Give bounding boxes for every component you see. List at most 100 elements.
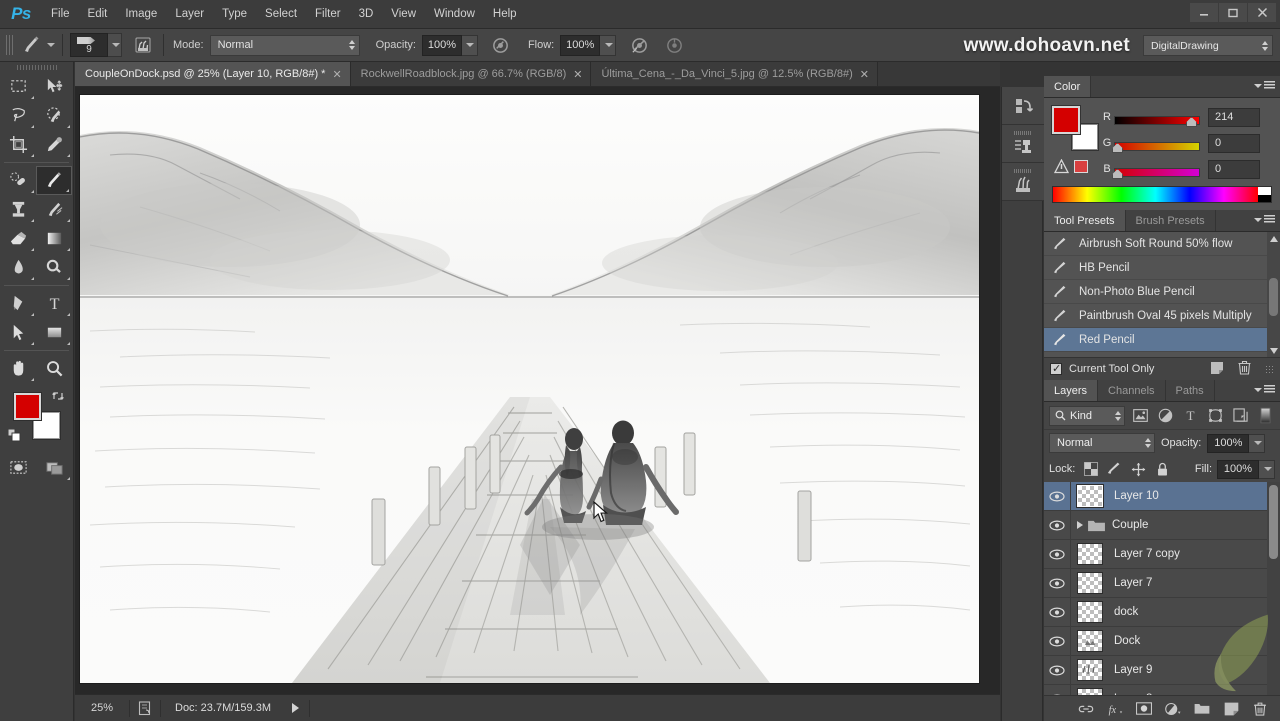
new-preset-icon[interactable] xyxy=(1210,361,1224,378)
adjustment-filter-icon[interactable] xyxy=(1155,406,1175,426)
document-tab-0[interactable]: CoupleOnDock.psd @ 25% (Layer 10, RGB/8#… xyxy=(75,62,351,86)
layer-fill-value[interactable]: 100% xyxy=(1217,459,1259,479)
layer-row-dock-upper[interactable]: Dock xyxy=(1044,627,1280,656)
tool-presets-scrollbar[interactable] xyxy=(1267,232,1280,357)
new-group-icon[interactable] xyxy=(1194,700,1210,718)
layers-scrollbar[interactable] xyxy=(1267,482,1280,714)
pixel-filter-icon[interactable] xyxy=(1130,406,1150,426)
tool-eraser[interactable] xyxy=(0,224,36,253)
document-tab-2[interactable]: Última_Cena_-_Da_Vinci_5.jpg @ 12.5% (RG… xyxy=(591,62,878,86)
layer-blend-mode-select[interactable]: Normal xyxy=(1049,433,1155,453)
document-canvas[interactable] xyxy=(80,95,979,683)
screen-mode-toggle[interactable] xyxy=(36,453,72,482)
scrollbar-thumb[interactable] xyxy=(1269,485,1278,559)
flow-pressure-icon[interactable] xyxy=(661,33,687,57)
group-disclosure-triangle-icon[interactable] xyxy=(1077,521,1083,529)
smart-object-filter-icon[interactable] xyxy=(1230,406,1250,426)
layer-thumbnail[interactable] xyxy=(1077,572,1103,594)
type-filter-icon[interactable]: T xyxy=(1180,406,1200,426)
layer-name[interactable]: Layer 9 xyxy=(1114,664,1152,676)
close-icon[interactable]: ✕ xyxy=(860,68,869,81)
lock-all-icon[interactable] xyxy=(1154,460,1171,478)
spectrum-gradient[interactable] xyxy=(1053,187,1258,202)
layer-thumbnail[interactable] xyxy=(1077,543,1103,565)
link-layers-icon[interactable] xyxy=(1078,700,1094,718)
color-spectrum-ramp[interactable] xyxy=(1052,186,1272,203)
tab-paths[interactable]: Paths xyxy=(1166,380,1215,401)
tool-history-brush[interactable] xyxy=(36,195,72,224)
lock-image-pixels-icon[interactable] xyxy=(1106,460,1123,478)
tab-channels[interactable]: Channels xyxy=(1098,380,1166,401)
document-tab-1[interactable]: RockwellRoadblock.jpg @ 66.7% (RGB/8) ✕ xyxy=(350,62,592,86)
shape-filter-icon[interactable] xyxy=(1205,406,1225,426)
color-panel-menu-icon[interactable] xyxy=(1254,81,1275,90)
panel-resize-grip[interactable] xyxy=(1265,364,1274,374)
close-icon[interactable] xyxy=(1248,3,1276,22)
menu-type[interactable]: Type xyxy=(213,0,256,29)
r-slider[interactable] xyxy=(1114,112,1200,127)
close-icon[interactable]: ✕ xyxy=(573,68,582,81)
opacity-dropdown-arrow[interactable] xyxy=(461,34,478,56)
lock-transparent-pixels-icon[interactable] xyxy=(1082,460,1099,478)
delete-layer-icon[interactable] xyxy=(1252,700,1268,718)
layer-thumbnail[interactable] xyxy=(1076,484,1104,508)
options-bar-grip[interactable] xyxy=(6,35,13,55)
tool-preset-item-selected[interactable]: Red Pencil xyxy=(1044,328,1280,352)
history-panel-button[interactable] xyxy=(1002,87,1044,125)
layer-opacity-dropdown-arrow[interactable] xyxy=(1249,433,1266,453)
tool-gradient[interactable] xyxy=(36,224,72,253)
layer-row-layer-9[interactable]: Layer 9 xyxy=(1044,656,1280,685)
tool-clone-stamp[interactable] xyxy=(0,195,36,224)
tool-zoom[interactable] xyxy=(36,354,72,383)
opacity-pressure-icon[interactable] xyxy=(488,33,514,57)
swap-colors-icon[interactable] xyxy=(51,389,65,406)
layer-thumbnail[interactable] xyxy=(1077,630,1103,652)
quick-mask-toggle[interactable] xyxy=(0,453,36,482)
g-slider[interactable] xyxy=(1112,138,1200,153)
tab-tool-presets[interactable]: Tool Presets xyxy=(1044,210,1126,231)
layers-panel-menu-icon[interactable] xyxy=(1254,385,1275,394)
tool-move[interactable] xyxy=(36,72,72,101)
tool-presets-list[interactable]: Airbrush Soft Round 50% flow HB Pencil N… xyxy=(1044,232,1280,357)
layer-name[interactable]: Layer 7 xyxy=(1114,577,1152,589)
layer-visibility-toggle[interactable] xyxy=(1044,606,1070,618)
tool-spot-healing-brush[interactable] xyxy=(0,166,36,195)
current-tool-only-checkbox[interactable] xyxy=(1050,362,1062,375)
close-icon[interactable]: ✕ xyxy=(332,68,341,81)
actions-panel-button[interactable] xyxy=(1002,125,1044,163)
canvas-area[interactable] xyxy=(75,87,1000,694)
default-colors-icon[interactable] xyxy=(7,428,21,445)
tool-preset-item[interactable]: Non-Photo Blue Pencil xyxy=(1044,280,1280,304)
airbrush-mode-icon[interactable] xyxy=(626,33,652,57)
tab-brush-presets[interactable]: Brush Presets xyxy=(1126,210,1216,231)
out-of-gamut-warning-icon[interactable] xyxy=(1053,158,1070,177)
menu-edit[interactable]: Edit xyxy=(79,0,117,29)
tool-dodge[interactable] xyxy=(36,253,72,282)
tool-blur[interactable] xyxy=(0,253,36,282)
brush-panel-toggle-icon[interactable] xyxy=(130,33,156,57)
layer-visibility-toggle[interactable] xyxy=(1044,635,1070,647)
new-layer-icon[interactable] xyxy=(1223,700,1239,718)
layer-opacity-value[interactable]: 100% xyxy=(1207,433,1250,453)
brush-size-preview[interactable]: 9 xyxy=(70,33,108,57)
layer-row-layer-7-copy[interactable]: Layer 7 copy xyxy=(1044,540,1280,569)
minimize-icon[interactable] xyxy=(1190,3,1218,22)
layer-name[interactable]: dock xyxy=(1114,606,1138,618)
layer-row-layer-10[interactable]: Layer 10 xyxy=(1044,482,1280,511)
layer-mask-icon[interactable] xyxy=(1136,700,1152,718)
status-expand-arrow[interactable] xyxy=(285,702,305,714)
layer-thumbnail[interactable] xyxy=(1077,659,1103,681)
foreground-color-swatch[interactable] xyxy=(13,392,42,421)
blend-mode-select[interactable]: Normal xyxy=(209,34,360,56)
brush-preset-picker-arrow[interactable] xyxy=(107,33,122,57)
layer-name[interactable]: Dock xyxy=(1114,635,1140,647)
tool-preset-item[interactable]: Airbrush Soft Round 50% flow xyxy=(1044,232,1280,256)
tool-quick-selection[interactable] xyxy=(36,101,72,130)
tool-preset-item[interactable]: HB Pencil xyxy=(1044,256,1280,280)
spectrum-white-black[interactable] xyxy=(1258,187,1271,202)
layer-name[interactable]: Couple xyxy=(1112,519,1148,531)
layer-visibility-toggle[interactable] xyxy=(1044,519,1070,531)
tool-brush[interactable] xyxy=(36,166,72,195)
delete-preset-icon[interactable] xyxy=(1238,360,1251,378)
tool-path-selection[interactable] xyxy=(0,318,36,347)
